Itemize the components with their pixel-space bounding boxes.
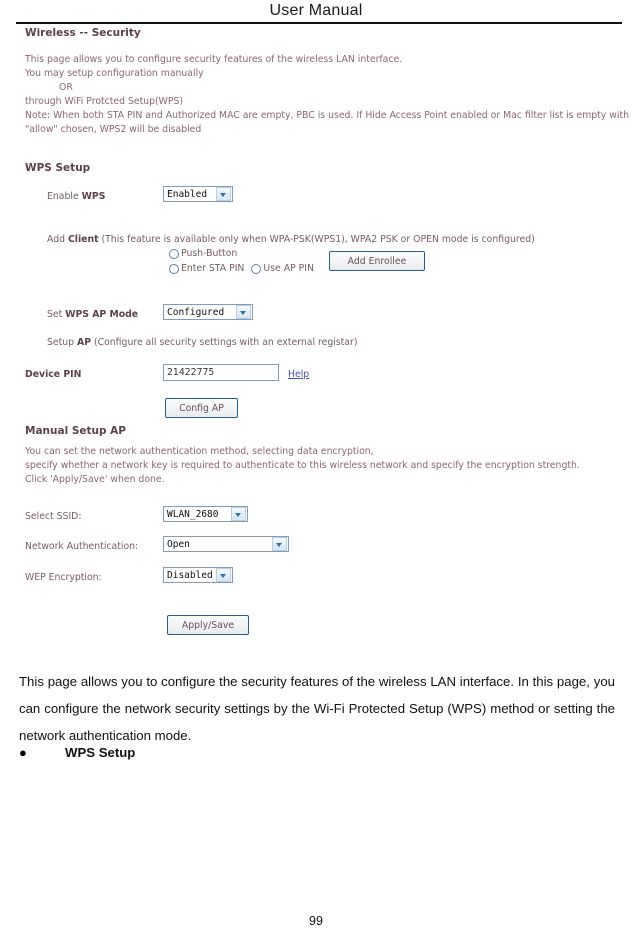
- wps-ap-mode-value: Configured: [167, 306, 225, 318]
- add-client-label-text-1: Add: [47, 234, 68, 245]
- wep-encryption-value: Disabled: [167, 569, 213, 581]
- intro-line-2: You may setup configuration manually: [25, 68, 204, 79]
- body-paragraph: This page allows you to configure the se…: [19, 674, 615, 743]
- chevron-down-icon[interactable]: [216, 568, 231, 582]
- intro-line-4: through WiFi Protcted Setup(WPS): [25, 96, 184, 107]
- wps-ap-mode-label-emphasis: WPS AP Mode: [65, 309, 139, 320]
- radio-push-button[interactable]: Push-Button: [169, 248, 237, 259]
- page-header-title: User Manual: [269, 2, 363, 19]
- add-enrollee-button-label: Add Enrollee: [347, 255, 407, 267]
- add-client-label: Add Client (This feature is available on…: [47, 234, 535, 245]
- network-authentication-value: Open: [167, 538, 190, 550]
- page-header: User Manual: [0, 0, 632, 24]
- bullet-item-wps-setup: ● WPS Setup: [19, 742, 419, 764]
- wps-setup-heading: WPS Setup: [25, 162, 91, 174]
- enable-wps-label: Enable WPS: [47, 191, 105, 202]
- setup-ap-caption-emphasis: AP: [77, 337, 92, 348]
- apply-save-button[interactable]: Apply/Save: [167, 615, 249, 635]
- page-number: 99: [309, 914, 323, 928]
- network-authentication-label: Network Authentication:: [25, 541, 139, 552]
- wep-encryption-select[interactable]: Disabled: [163, 567, 233, 583]
- bullet-dot-icon: ●: [19, 745, 27, 760]
- radio-use-ap-pin-label: Use AP PIN: [263, 263, 314, 274]
- chevron-down-icon[interactable]: [272, 537, 287, 551]
- add-client-label-emphasis: Client: [67, 234, 99, 245]
- chevron-down-icon[interactable]: [231, 507, 246, 521]
- radio-push-button-label: Push-Button: [181, 248, 238, 259]
- manual-setup-ap-heading: Manual Setup AP: [25, 425, 126, 437]
- router-ui-screenshot: Wireless -- Security This page allows yo…: [0, 26, 632, 651]
- help-link[interactable]: Help: [288, 369, 309, 380]
- setup-ap-caption-text-1: Setup: [47, 337, 78, 348]
- radio-circle-icon: [169, 263, 179, 274]
- chevron-down-icon[interactable]: [216, 187, 231, 201]
- manual-setup-desc-line-1: You can set the network authentication m…: [25, 446, 374, 457]
- network-authentication-select[interactable]: Open: [163, 536, 289, 552]
- device-pin-label: Device PIN: [25, 369, 82, 380]
- add-enrollee-button[interactable]: Add Enrollee: [329, 251, 425, 271]
- chevron-down-icon[interactable]: [236, 305, 251, 319]
- select-ssid-value: WLAN_2680: [167, 508, 219, 520]
- wps-ap-mode-select[interactable]: Configured: [163, 304, 253, 320]
- radio-enter-sta-pin-label: Enter STA PIN: [181, 263, 245, 274]
- manual-setup-desc-line-2: specify whether a network key is require…: [25, 460, 580, 471]
- note-line-2: "allow" chosen, WPS2 will be disabled: [25, 124, 202, 135]
- note-line-1: Note: When both STA PIN and Authorized M…: [25, 110, 629, 121]
- manual-setup-desc-line-3: Click 'Apply/Save' when done.: [25, 474, 165, 485]
- wps-ap-mode-label-text: Set: [47, 309, 66, 320]
- setup-ap-caption-text-2: (Configure all security settings with an…: [91, 337, 358, 348]
- radio-circle-icon: [251, 263, 262, 274]
- radio-enter-sta-pin[interactable]: Enter STA PIN: [169, 263, 244, 274]
- enable-wps-label-emphasis: WPS: [81, 191, 106, 202]
- enable-wps-label-text: Enable: [47, 191, 82, 202]
- push-button-radio-row: Push-Button: [169, 248, 244, 259]
- radio-circle-icon: [169, 248, 179, 259]
- intro-line-or: OR: [59, 82, 73, 93]
- enable-wps-value: Enabled: [167, 188, 208, 200]
- config-ap-button[interactable]: Config AP: [165, 398, 238, 418]
- intro-line-1: This page allows you to configure securi…: [25, 54, 403, 65]
- enable-wps-select[interactable]: Enabled: [163, 186, 233, 202]
- wps-ap-mode-label: Set WPS AP Mode: [47, 309, 138, 320]
- radio-use-ap-pin[interactable]: Use AP PIN: [251, 263, 314, 274]
- setup-ap-caption: Setup AP (Configure all security setting…: [47, 337, 357, 348]
- wireless-security-title: Wireless -- Security: [25, 27, 141, 39]
- header-divider: [16, 22, 622, 24]
- add-client-label-text-2: (This feature is available only when WPA…: [98, 234, 535, 245]
- bullet-item-label: WPS Setup: [65, 745, 136, 760]
- apply-save-button-label: Apply/Save: [181, 619, 235, 631]
- select-ssid-label: Select SSID:: [25, 511, 82, 522]
- wep-encryption-label: WEP Encryption:: [25, 572, 102, 583]
- device-pin-input[interactable]: 21422775: [163, 364, 279, 381]
- select-ssid-select[interactable]: WLAN_2680: [163, 506, 248, 522]
- pin-radio-row: Enter STA PIN Use AP PIN: [169, 263, 321, 274]
- config-ap-button-label: Config AP: [179, 402, 224, 414]
